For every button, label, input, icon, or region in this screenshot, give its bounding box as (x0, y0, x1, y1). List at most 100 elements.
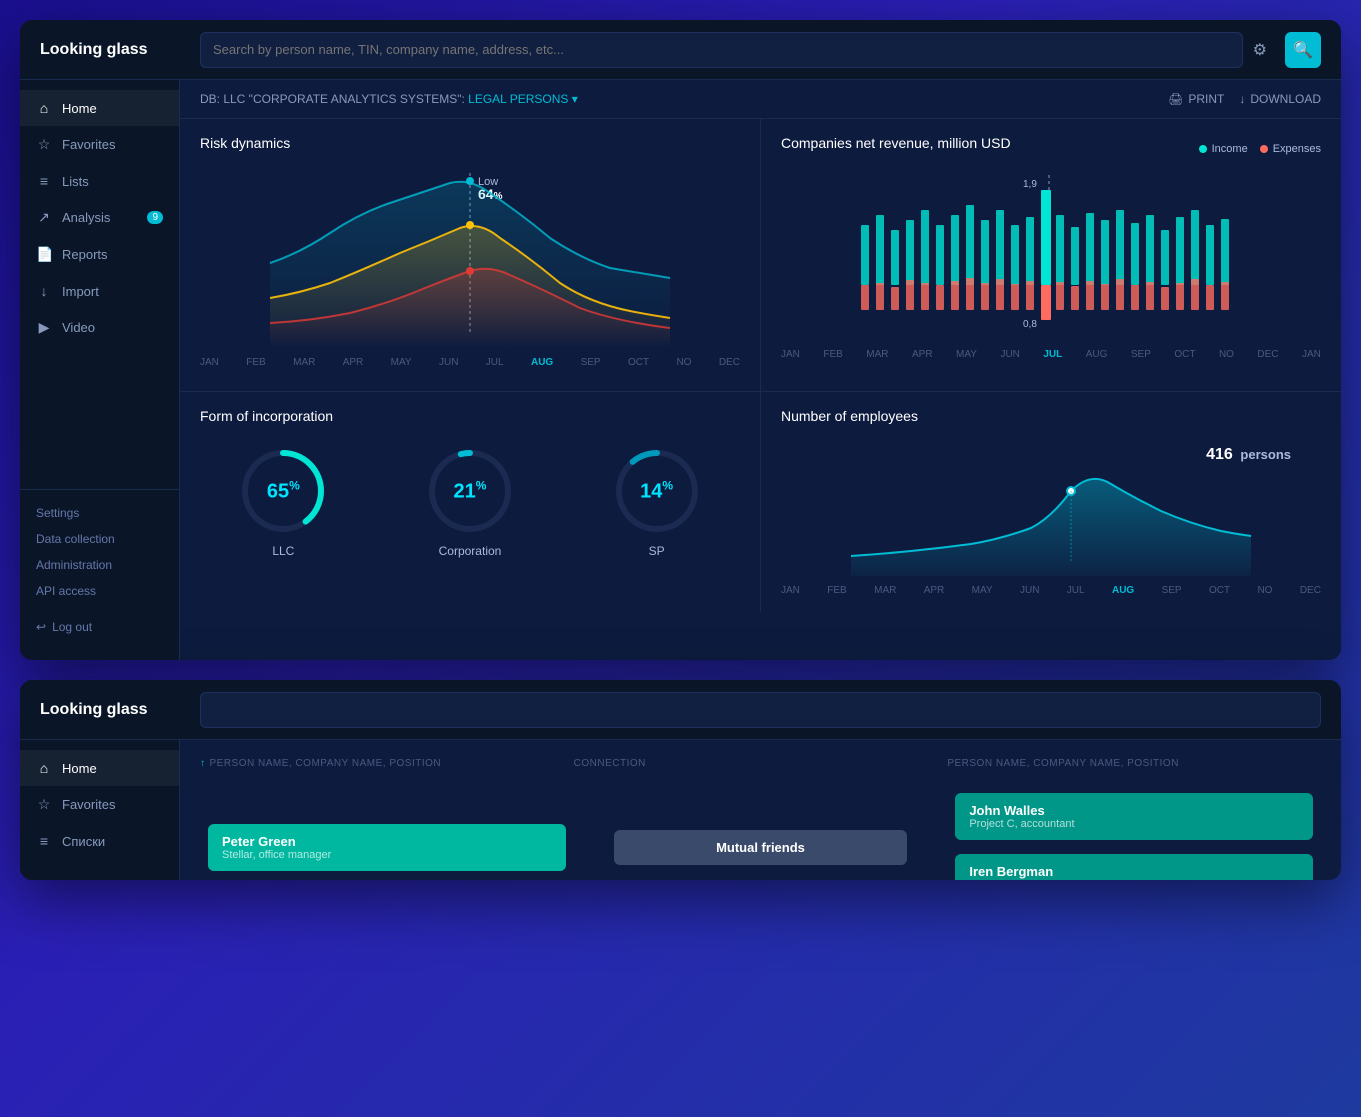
incorporation-title: Form of incorporation (200, 408, 740, 424)
main-layout: ⌂ Home ☆ Favorites ≡ Lists ↗ Analysis 9 … (20, 80, 1341, 660)
employees-title: Number of employees (781, 408, 1321, 424)
col-header-right: PERSON NAME, COMPANY NAME, POSITION (947, 750, 1321, 777)
second-nav-home[interactable]: ⌂ Home (20, 750, 179, 786)
second-header: Looking glass (20, 680, 1341, 740)
search-input[interactable] (213, 42, 1230, 57)
right-node-1-sub: Project C, accountant (969, 818, 1299, 830)
col-header-left: ↑ PERSON NAME, COMPANY NAME, POSITION (200, 750, 574, 777)
settings-link[interactable]: Settings (20, 500, 179, 526)
data-collection-link[interactable]: Data collection (20, 526, 179, 552)
second-sidebar: ⌂ Home ☆ Favorites ≡ Списки (20, 740, 180, 880)
search-button[interactable]: 🔍 (1285, 32, 1321, 68)
charts-grid: Risk dynamics Low 64% (180, 119, 1341, 612)
sp-circle-item: 14% SP (612, 446, 702, 558)
right-node-2-name: Iren Bergman (969, 864, 1299, 879)
sidebar-item-lists[interactable]: ≡ Lists (20, 163, 179, 199)
filter-icon[interactable]: ⚙ (1253, 40, 1267, 60)
sidebar-item-home[interactable]: ⌂ Home (20, 90, 179, 126)
second-list-icon: ≡ (36, 833, 52, 849)
second-layout: ⌂ Home ☆ Favorites ≡ Списки ↑ PERSON NAM… (20, 740, 1341, 880)
risk-chart-svg: Low 64% (200, 163, 740, 348)
corporation-gauge: 21% (425, 446, 515, 536)
import-icon: ↓ (36, 283, 52, 299)
app-logo: Looking glass (40, 41, 200, 59)
employees-chart: 416 persons (781, 436, 1321, 596)
logout-button[interactable]: ↩ Log out (20, 614, 179, 640)
llc-circle-item: 65% LLC (238, 446, 328, 558)
corporation-circle-item: 21% Corporation (425, 446, 515, 558)
api-access-link[interactable]: API access (20, 578, 179, 604)
connection-headers: ↑ PERSON NAME, COMPANY NAME, POSITION CO… (200, 750, 1321, 777)
app-header: Looking glass ⚙ 🔍 (20, 20, 1341, 80)
analysis-badge: 9 (147, 211, 163, 224)
second-search-input[interactable] (213, 702, 1308, 717)
sidebar-item-favorites[interactable]: ☆ Favorites (20, 126, 179, 163)
income-dot (1199, 145, 1207, 153)
risk-x-axis: JAN FEB MAR APR MAY JUN JUL AUG SEP OCT … (200, 357, 740, 368)
second-logo: Looking glass (40, 701, 200, 719)
content-actions: 🖨 PRINT ↓ DOWNLOAD (1168, 92, 1321, 106)
employees-x-axis: JAN FEB MAR APR MAY JUN JUL AUG SEP OCT … (781, 585, 1321, 596)
revenue-title: Companies net revenue, million USD (781, 135, 1011, 151)
revenue-panel: Companies net revenue, million USD Incom… (761, 119, 1341, 391)
second-nav-favorites[interactable]: ☆ Favorites (20, 786, 179, 823)
content-header: DB: LLC "CORPORATE ANALYTICS SYSTEMS": L… (180, 80, 1341, 119)
corporation-label: Corporation (439, 544, 502, 558)
download-icon: ↓ (1239, 92, 1245, 106)
right-node-1-name: John Walles (969, 803, 1299, 818)
sidebar: ⌂ Home ☆ Favorites ≡ Lists ↗ Analysis 9 … (20, 80, 180, 660)
revenue-legend: Income Expenses (1199, 143, 1321, 155)
sidebar-item-import[interactable]: ↓ Import (20, 273, 179, 309)
llc-label: LLC (272, 544, 294, 558)
right-node-2-sub: Stellar, manager (969, 879, 1299, 880)
center-node-container: Mutual friends (574, 822, 948, 873)
right-node-1: John Walles Project C, accountant (955, 793, 1313, 840)
corporation-value: 21% (454, 479, 487, 504)
breadcrumb-link[interactable]: LEGAL PERSONS ▾ (468, 92, 578, 106)
breadcrumb: DB: LLC "CORPORATE ANALYTICS SYSTEMS": L… (200, 92, 578, 106)
bookmark-icon: ☆ (36, 136, 52, 153)
revenue-header: Companies net revenue, million USD Incom… (781, 135, 1321, 163)
analysis-icon: ↗ (36, 209, 52, 226)
search-bar-container (200, 32, 1243, 68)
sidebar-item-video[interactable]: ▶ Video (20, 309, 179, 346)
llc-gauge: 65% (238, 446, 328, 536)
logout-icon: ↩ (36, 620, 46, 634)
left-node-container: Peter Green Stellar, office manager (200, 816, 574, 879)
left-node-sub: Stellar, office manager (222, 849, 552, 861)
center-node: Mutual friends (614, 830, 907, 865)
svg-text:1,9: 1,9 (1023, 179, 1037, 190)
right-node-2: Iren Bergman Stellar, manager (955, 854, 1313, 880)
print-button[interactable]: 🖨 PRINT (1168, 92, 1224, 106)
left-node: Peter Green Stellar, office manager (208, 824, 566, 871)
svg-text:0,8: 0,8 (1023, 319, 1037, 330)
expenses-dot (1260, 145, 1268, 153)
print-icon: 🖨 (1168, 92, 1183, 106)
left-node-name: Peter Green (222, 834, 552, 849)
sidebar-item-reports[interactable]: 📄 Reports (20, 236, 179, 273)
risk-dynamics-panel: Risk dynamics Low 64% (180, 119, 760, 391)
right-nodes-container: John Walles Project C, accountant Iren B… (947, 785, 1321, 880)
sidebar-item-analysis[interactable]: ↗ Analysis 9 (20, 199, 179, 236)
employees-panel: Number of employees 416 persons (761, 392, 1341, 612)
download-button[interactable]: ↓ DOWNLOAD (1239, 92, 1321, 106)
main-content: DB: LLC "CORPORATE ANALYTICS SYSTEMS": L… (180, 80, 1341, 660)
revenue-x-axis: JAN FEB MAR APR MAY JUN JUL AUG SEP OCT … (781, 349, 1321, 360)
connection-content: ↑ PERSON NAME, COMPANY NAME, POSITION CO… (180, 740, 1341, 880)
employees-note: 416 persons (1206, 446, 1291, 464)
second-bookmark-icon: ☆ (36, 796, 52, 813)
legend-income: Income (1199, 143, 1248, 155)
main-window: Looking glass ⚙ 🔍 ⌂ Home ☆ Favorites ≡ L… (20, 20, 1341, 660)
second-nav-lists[interactable]: ≡ Списки (20, 823, 179, 859)
revenue-chart-svg: 1,9 0,8 (781, 175, 1321, 340)
risk-dynamics-chart: Low 64% (200, 163, 740, 363)
center-node-label: Mutual friends (628, 840, 893, 855)
second-window: Looking glass ⌂ Home ☆ Favorites ≡ Списк… (20, 680, 1341, 880)
col-header-center: CONNECTION (574, 750, 948, 777)
sp-label: SP (649, 544, 665, 558)
search-controls: ⚙ 🔍 (1253, 32, 1321, 68)
second-home-icon: ⌂ (36, 760, 52, 776)
sidebar-footer: Settings Data collection Administration … (20, 489, 179, 650)
administration-link[interactable]: Administration (20, 552, 179, 578)
sp-gauge: 14% (612, 446, 702, 536)
